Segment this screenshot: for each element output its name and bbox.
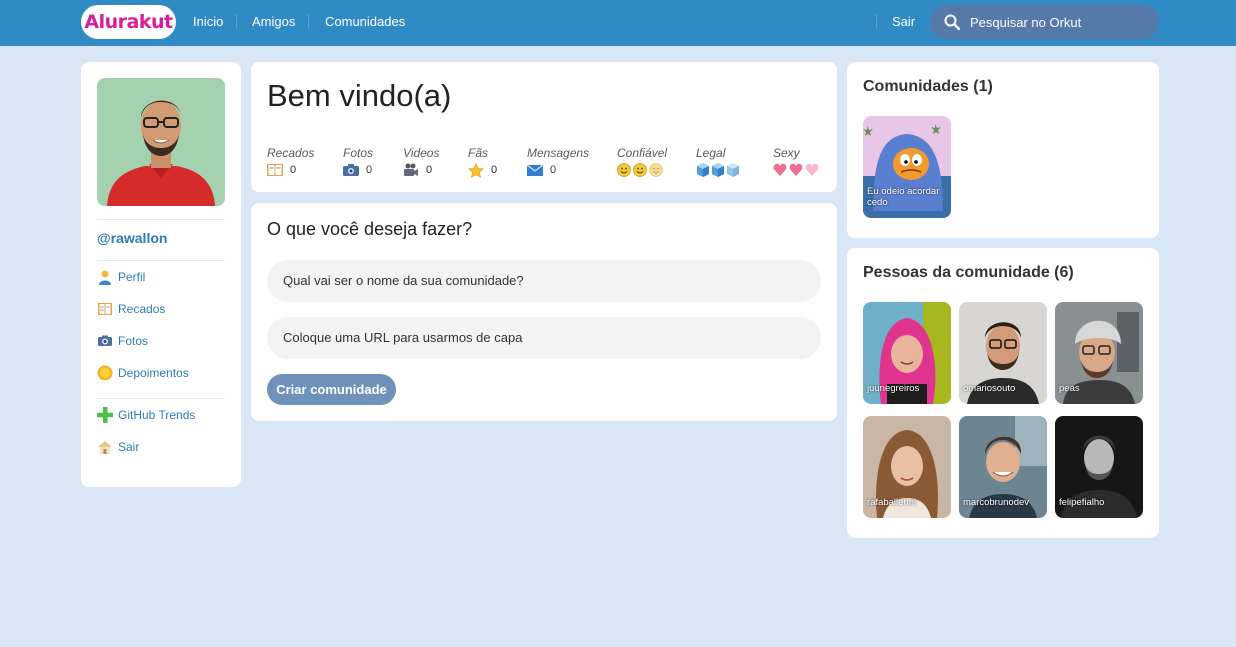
communities-box: Comunidades (1) Eu odeio acordar cedo [847,62,1159,238]
menu-depoimentos[interactable]: Depoimentos [97,364,189,382]
profile-username[interactable]: @rawallon [97,230,167,246]
menu-label: Sair [118,440,140,454]
nav-comunidades[interactable]: Comunidades [325,0,405,46]
menu-label: Fotos [118,334,149,348]
rating-confiavel: Confiável [617,146,667,178]
menu-perfil[interactable]: Perfil [97,268,145,286]
create-community-card: O que você deseja fazer? Qual vai ser o … [251,203,837,421]
menu-recados[interactable]: Recados [97,300,165,318]
star-icon [468,162,484,178]
sun-icon [97,365,113,381]
menu-label: Perfil [118,270,146,284]
divider [97,398,225,399]
communities-title: Comunidades (1) [863,78,993,95]
community-people-box: Pessoas da comunidade (6) juunegreiros o… [847,248,1159,538]
person-tile[interactable]: peas [1055,302,1143,404]
welcome-card: Bem vindo(a) Recados 0 Fotos 0 Videos 0 … [251,62,837,192]
community-name: Eu odeio acordar cedo [867,186,940,208]
stat-mensagens: Mensagens 0 [527,146,589,178]
profile-sidebar: @rawallon Perfil Recados Fotos Depoiment… [81,62,241,487]
stat-label: Fotos [343,146,374,160]
nav-divider [308,14,309,29]
profile-photo [97,78,225,206]
menu-sair[interactable]: Sair [97,438,139,456]
divider [97,260,225,261]
divider [97,219,225,220]
heart-icon[interactable] [773,163,821,177]
nav-inicio[interactable]: Inicio [193,0,223,46]
stat-value: 0 [550,164,557,176]
stat-value: 0 [491,164,498,176]
person-name: rafaballerini [867,497,917,508]
menu-label: GitHub Trends [118,408,196,422]
house-icon [98,441,112,454]
camera-icon [98,335,112,346]
stat-value: 0 [290,164,297,176]
stat-value: 0 [366,164,373,176]
stat-label: Legal [696,146,726,160]
person-tile[interactable]: omariosouto [959,302,1047,404]
ice-cube-icon[interactable] [696,162,742,178]
community-name-input[interactable]: Qual vai ser o nome da sua comunidade? [267,260,821,302]
person-tile[interactable]: rafaballerini [863,416,951,518]
user-icon [99,270,111,285]
community-cover-url-input[interactable]: Coloque uma URL para usarmos de capa [267,317,821,359]
form-title: O que você deseja fazer? [267,219,473,239]
book-icon [267,164,283,176]
menu-fotos[interactable]: Fotos [97,332,148,350]
plus-icon [97,407,113,423]
top-navbar: Alurakut Inicio Amigos Comunidades Sair … [0,0,1236,46]
person-name: felipefialho [1059,497,1105,508]
envelope-icon [527,164,543,176]
rating-legal: Legal [696,146,742,178]
person-tile[interactable]: marcobrunodev [959,416,1047,518]
profile-avatar[interactable] [97,78,225,206]
menu-github-trends[interactable]: GitHub Trends [97,406,195,424]
stat-label: Fãs [468,146,489,160]
stat-fotos: Fotos 0 [343,146,373,178]
book-icon [98,303,112,315]
stat-label: Mensagens [527,146,590,160]
person-tile[interactable]: felipefialho [1055,416,1143,518]
search-input[interactable]: Pesquisar no Orkut [930,5,1159,39]
stat-label: Sexy [773,146,800,160]
stat-label: Videos [403,146,440,160]
welcome-title: Bem vindo(a) [267,78,452,113]
stat-label: Confiável [617,146,668,160]
person-name: peas [1059,383,1080,394]
stat-recados: Recados 0 [267,146,314,178]
create-community-button[interactable]: Criar comunidade [267,374,396,405]
smiley-icon[interactable] [617,162,665,178]
nav-divider [236,14,237,29]
stat-value: 0 [426,164,433,176]
stat-label: Recados [267,146,315,160]
people-title: Pessoas da comunidade (6) [863,264,1074,281]
person-tile[interactable]: juunegreiros [863,302,951,404]
video-camera-icon [404,163,418,176]
person-name: juunegreiros [867,383,920,394]
menu-label: Depoimentos [118,366,189,380]
person-name: marcobrunodev [963,497,1030,508]
search-placeholder: Pesquisar no Orkut [970,14,1082,30]
search-icon [944,14,960,30]
nav-amigos[interactable]: Amigos [252,0,295,46]
nav-divider [876,14,877,29]
stat-fas: Fãs 0 [468,146,497,178]
person-name: omariosouto [963,383,1016,394]
rating-sexy: Sexy [773,146,821,178]
alurakut-logo[interactable]: Alurakut [81,5,176,39]
community-tile[interactable]: Eu odeio acordar cedo [863,116,951,218]
menu-label: Recados [118,302,166,316]
stat-videos: Videos 0 [403,146,439,178]
camera-icon [343,164,359,176]
logout-link[interactable]: Sair [892,0,915,46]
